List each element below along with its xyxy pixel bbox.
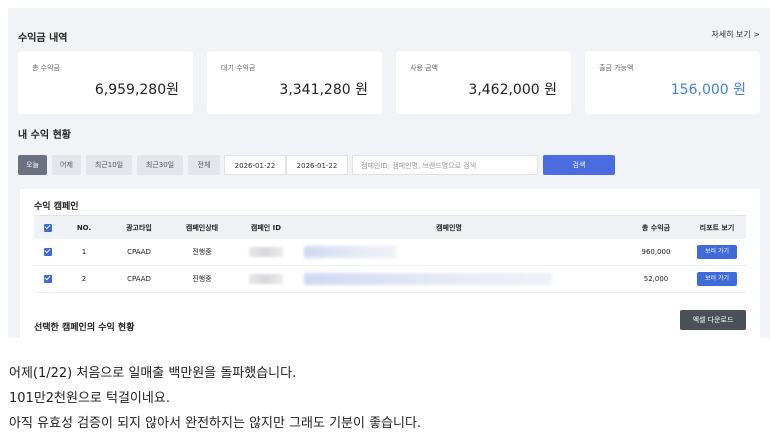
revenue-dashboard-panel: 수익금 내역 자세히 보기 > 총 수익금 6,959,280원 대기 수익금 …	[8, 8, 770, 338]
cell-status: 진행중	[192, 275, 212, 283]
filter-30days-button[interactable]: 최근30일	[137, 155, 183, 175]
cell-ad-type: CPAAD	[127, 248, 151, 256]
checkbox-icon[interactable]	[44, 223, 52, 232]
report-cell: 보러 가기	[688, 266, 746, 292]
filter-yesterday-button[interactable]: 어제	[52, 155, 81, 175]
card-used-amount: 사용 금액 3,462,000 원	[396, 51, 571, 114]
cell-no: 1	[81, 248, 87, 256]
card-total-revenue: 총 수익금 6,959,280원	[18, 51, 193, 114]
cell-no: 2	[81, 275, 87, 283]
card-withdrawable: 출금 가능액 156,000 원	[585, 51, 760, 114]
card-value: 156,000 원	[670, 82, 746, 98]
search-button[interactable]: 검색	[543, 155, 615, 175]
redacted-name	[304, 273, 552, 285]
post-text-line: 어제(1/22) 처음으로 일매출 백만원을 돌파했습니다.	[9, 366, 297, 381]
col-status: 캠페인상태	[185, 223, 219, 232]
row-checkbox-cell[interactable]	[34, 239, 62, 265]
cell-revenue: 960,000	[641, 248, 671, 256]
filter-all-button[interactable]: 전체	[188, 155, 220, 175]
my-revenue-title: 내 수익 현황	[18, 130, 71, 141]
report-cell: 보러 가기	[688, 239, 746, 265]
cell-campaign-name-redacted	[304, 239, 594, 265]
col-campaign-id: 캠페인 ID	[250, 223, 282, 232]
filter-10days-button[interactable]: 최근10일	[86, 155, 132, 175]
col-revenue: 총 수익금	[641, 223, 671, 232]
table-title: 수익 캠페인	[34, 202, 79, 212]
post-text-line: 101만2천원으로 턱걸이네요.	[9, 391, 170, 406]
campaign-search-input[interactable]: 캠페인ID, 캠페인명, 브랜드명으로 검색	[352, 155, 538, 175]
redacted-id	[249, 247, 283, 257]
date-to-input[interactable]: 2026-01-22	[286, 155, 348, 175]
view-report-button[interactable]: 보러 가기	[697, 272, 737, 286]
col-ad-type: 광고타입	[126, 223, 152, 232]
campaign-table-box: 수익 캠페인 NO. 광고타입 캠페인상태 캠페인 ID 캠페인명 총 수익금 …	[20, 189, 760, 338]
col-campaign-name: 캠페인명	[436, 223, 462, 232]
post-text-line: 아직 유효성 검증이 되지 않아서 완전하지는 않지만 그래도 기분이 좋습니다…	[9, 416, 422, 431]
card-label: 사용 금액	[410, 64, 438, 72]
cell-revenue: 52,000	[643, 275, 669, 283]
card-value: 3,341,280 원	[279, 82, 368, 98]
redacted-name	[304, 246, 396, 258]
date-from-input[interactable]: 2026-01-22	[224, 155, 286, 175]
card-label: 총 수익금	[32, 64, 60, 72]
card-value: 6,959,280원	[94, 82, 179, 98]
col-no: NO.	[76, 223, 92, 232]
filter-today-button[interactable]: 오늘	[18, 155, 47, 175]
select-all-checkbox-cell[interactable]	[34, 216, 62, 239]
cell-status: 진행중	[192, 248, 212, 256]
card-label: 출금 가능액	[599, 64, 634, 72]
card-label: 대기 수익금	[221, 64, 256, 72]
card-pending-revenue: 대기 수익금 3,341,280 원	[207, 51, 382, 114]
summary-title: 수익금 내역	[18, 33, 68, 44]
checkbox-icon[interactable]	[44, 275, 52, 283]
cell-campaign-id-redacted	[238, 239, 294, 265]
col-report: 리포트 보기	[699, 223, 735, 232]
excel-download-button[interactable]: 엑셀 다운로드	[680, 310, 746, 330]
table-header: NO. 광고타입 캠페인상태 캠페인 ID 캠페인명 총 수익금 리포트 보기	[34, 215, 746, 239]
card-value: 3,462,000 원	[468, 82, 557, 98]
table-row: 1 CPAAD 진행중 960,000 보러 가기	[34, 239, 746, 266]
selected-campaign-revenue-title: 선택한 캠페인의 수익 현황	[34, 323, 135, 333]
redacted-id	[249, 274, 283, 284]
cell-campaign-id-redacted	[238, 266, 294, 292]
table-row: 2 CPAAD 진행중 52,000 보러 가기	[34, 266, 746, 293]
row-checkbox-cell[interactable]	[34, 266, 62, 292]
checkbox-icon[interactable]	[44, 248, 52, 256]
view-report-button[interactable]: 보러 가기	[697, 245, 737, 259]
view-details-link[interactable]: 자세히 보기 >	[711, 29, 760, 40]
cell-campaign-name-redacted	[304, 266, 594, 292]
cell-ad-type: CPAAD	[127, 275, 151, 283]
